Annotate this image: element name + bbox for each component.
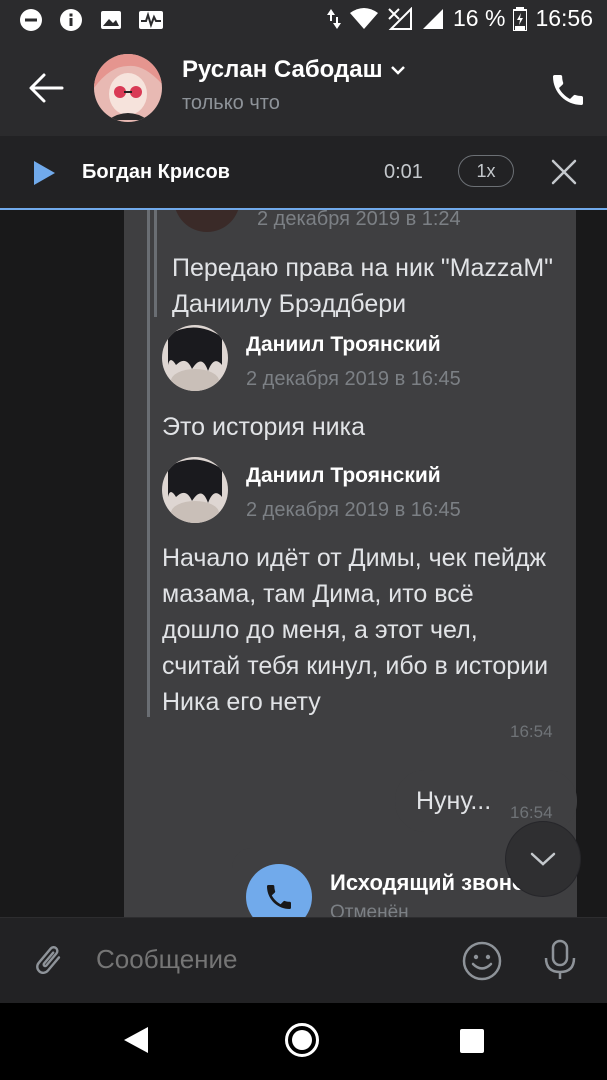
clock: 16:56 xyxy=(535,5,593,31)
call-title: Исходящий звонок xyxy=(330,870,526,895)
message-composer xyxy=(0,917,607,1004)
nested-quote-line xyxy=(154,210,157,317)
status-bar: 16 % 16:56 xyxy=(0,0,607,42)
image-icon xyxy=(98,7,124,33)
wifi-icon xyxy=(350,7,378,29)
forward-date: 2 декабря 2019 в 16:45 xyxy=(246,499,461,521)
attach-button[interactable] xyxy=(30,940,66,985)
forward-author[interactable]: Даниил Троянский xyxy=(246,333,441,357)
minus-circle-icon xyxy=(18,7,44,33)
message-time: 16:54 xyxy=(510,722,553,741)
forward-date: 2 декабря 2019 в 1:24 xyxy=(257,210,461,230)
chat-header: Руслан Сабодаш только что xyxy=(0,42,607,136)
arrow-left-icon xyxy=(29,73,64,103)
track-name: Богдан Крисов xyxy=(82,161,230,183)
call-status: Отменён xyxy=(330,902,409,917)
forward-quote-line xyxy=(147,210,150,717)
battery-charging-icon xyxy=(513,6,528,31)
nav-back-button[interactable] xyxy=(122,1025,150,1060)
close-player-button[interactable] xyxy=(550,158,578,186)
avatar xyxy=(162,325,228,391)
triangle-back-icon xyxy=(124,1027,148,1053)
nav-recents-button[interactable] xyxy=(460,1029,484,1053)
track-position: 0:01 xyxy=(384,161,423,183)
message-list[interactable]: 2 декабря 2019 в 1:24 Передаю права на н… xyxy=(0,210,607,917)
message-time: 16:54 xyxy=(510,803,553,822)
forward-author[interactable]: Даниил Троянский xyxy=(246,464,441,488)
call-button[interactable] xyxy=(548,70,588,110)
microphone-icon xyxy=(544,939,576,979)
battery-percent: 16 % xyxy=(453,5,506,31)
play-button[interactable] xyxy=(32,160,56,191)
forward-date: 2 декабря 2019 в 16:45 xyxy=(246,368,461,390)
voice-record-button[interactable] xyxy=(540,938,580,987)
play-icon xyxy=(34,161,55,185)
back-button[interactable] xyxy=(26,68,66,108)
message-input[interactable] xyxy=(96,944,426,975)
data-arrows-icon xyxy=(327,8,341,29)
system-navigation-bar xyxy=(0,1003,607,1080)
info-icon xyxy=(58,7,84,33)
contact-name: Руслан Сабодаш xyxy=(182,56,383,83)
paperclip-icon xyxy=(36,946,61,974)
signal-off-icon xyxy=(388,6,412,30)
chevron-down-icon xyxy=(390,66,405,75)
chevron-down-icon xyxy=(530,852,556,866)
signal-icon xyxy=(423,8,443,29)
forwarded-text: Начало идёт от Димы, чек пейдж мазама, т… xyxy=(162,544,549,716)
forwarded-text: Передаю права на ник "MazzaM" Даниилу Бр… xyxy=(172,254,554,318)
nav-home-button[interactable] xyxy=(285,1023,319,1057)
chat-title[interactable]: Руслан Сабодаш xyxy=(182,56,407,84)
avatar[interactable] xyxy=(94,54,162,122)
emoji-button[interactable] xyxy=(461,940,503,987)
avatar xyxy=(162,457,228,523)
audio-player: Богдан Крисов 0:01 1x xyxy=(0,136,607,210)
scroll-down-button[interactable] xyxy=(506,822,580,896)
speed-button[interactable]: 1x xyxy=(458,155,514,187)
close-icon xyxy=(551,159,577,185)
phone-icon xyxy=(553,75,583,105)
phone-icon xyxy=(267,885,291,909)
activity-icon xyxy=(138,7,164,33)
smile-icon xyxy=(462,941,502,981)
last-seen: только что xyxy=(182,92,280,114)
forwarded-text: Это история ника xyxy=(162,413,366,441)
outgoing-text: Нуну... xyxy=(416,787,492,815)
